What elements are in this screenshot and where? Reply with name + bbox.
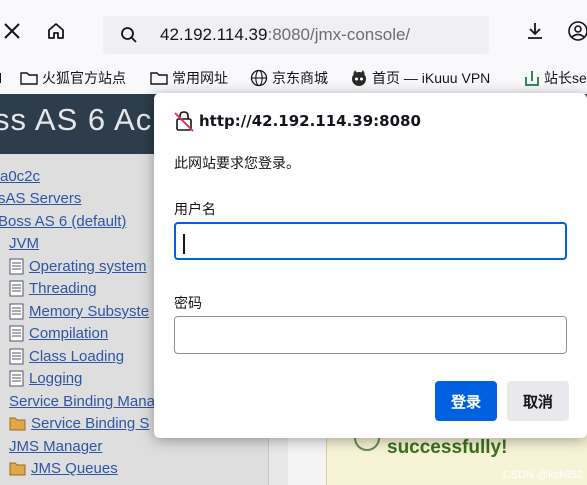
password-input[interactable] [174,316,567,354]
dialog-origin: http://42.192.114.39:8080 [199,112,421,130]
tree-item-label: JMS Queues [31,460,118,477]
tree-item-logging[interactable]: Logging [9,370,82,387]
tree-item-jms-manager[interactable]: JMS Manager [9,438,102,455]
search-icon [120,26,138,48]
text-caret [183,234,185,254]
account-icon[interactable] [562,15,587,47]
cat-logo-icon [352,70,366,86]
tree-item-label: Threading [29,280,97,297]
document-icon [9,370,24,387]
tree-item-threading[interactable]: Threading [9,280,97,297]
url-bar[interactable]: 42.192.114.39:8080/jmx-console/ [103,16,489,54]
bookmark-label: 京东商城 [272,70,328,86]
tree-item-default[interactable]: Boss AS 6 (default) [0,213,126,230]
download-icon[interactable] [519,15,551,47]
watermark: CSDN @ksk852 [502,469,583,481]
globe-icon [250,69,268,87]
document-icon [9,325,24,342]
tree-item-label: Memory Subsyste [29,303,150,320]
close-icon[interactable] [0,15,28,47]
cancel-button[interactable]: 取消 [507,381,569,421]
tree-item-label: Logging [29,370,83,387]
bookmark-label: 首页 — iKuuu VPN [372,70,491,86]
url-path: :8080/jmx-console/ [267,25,411,44]
url-host: 42.192.114.39 [160,25,268,44]
bookmark-jd[interactable]: 京东商城 [250,67,328,89]
folder-icon [20,72,38,85]
folder-icon [150,72,168,85]
bookmark-label: 常用网址 [172,70,228,86]
bookmark-separator [0,67,10,89]
tree-item-operating-system[interactable]: Operating system [9,258,147,275]
home-icon[interactable] [40,15,72,47]
tree-item-jvm[interactable]: JVM [9,235,39,252]
document-icon [9,348,24,365]
password-label: 密码 [174,296,202,312]
insecure-lock-icon [174,110,194,136]
document-icon [9,280,24,297]
browser-toolbar: 42.192.114.39:8080/jmx-console/ [0,0,587,62]
site-logo-icon [525,71,539,86]
tree-item-compilation[interactable]: Compilation [9,325,108,342]
tree-item-memory[interactable]: Memory Subsyste [9,303,149,320]
tree-item-class-loading[interactable]: Class Loading [9,348,124,365]
tree-item-host[interactable]: a0c2c [0,168,40,185]
folder-icon [9,417,26,431]
url-text: 42.192.114.39:8080/jmx-console/ [160,25,410,45]
bookmark-label: 火狐官方站点 [42,70,126,86]
tree-item-servers[interactable]: sAS Servers [0,190,81,207]
tree-item-service-binding-manager[interactable]: Service Binding Mana [9,393,155,410]
success-text: successfully! [387,437,508,458]
dialog-message: 此网站要求您登录。 [174,156,300,172]
tree-item-jms-queues[interactable]: JMS Queues [9,460,118,477]
username-label: 用户名 [174,202,216,218]
bookmarks-bar: 火狐官方站点 常用网址 京东商城 首页 — iKuuu VPN 站长se [0,62,587,94]
login-button[interactable]: 登录 [435,381,497,421]
bookmark-common-sites[interactable]: 常用网址 [150,67,228,89]
tree-item-label: Class Loading [29,348,125,365]
document-icon [9,303,24,320]
auth-dialog: http://42.192.114.39:8080 此网站要求您登录。 用户名 … [154,93,587,438]
tree-item-service-binding-sets[interactable]: Service Binding S [9,415,149,432]
bookmark-firefox-official[interactable]: 火狐官方站点 [20,67,126,89]
bookmark-zhanzhang[interactable]: 站长se [524,67,587,89]
tree-item-label: Operating system [29,258,147,275]
jboss-title: ss AS 6 Ac [0,102,153,137]
tree-item-label: Service Binding S [31,415,150,432]
bookmark-label: 站长se [544,70,587,86]
tree-item-label: Compilation [29,325,109,342]
bookmark-ikuuu[interactable]: 首页 — iKuuu VPN [350,67,490,89]
folder-icon [9,462,26,476]
username-input[interactable] [174,222,567,260]
document-icon [9,258,24,275]
